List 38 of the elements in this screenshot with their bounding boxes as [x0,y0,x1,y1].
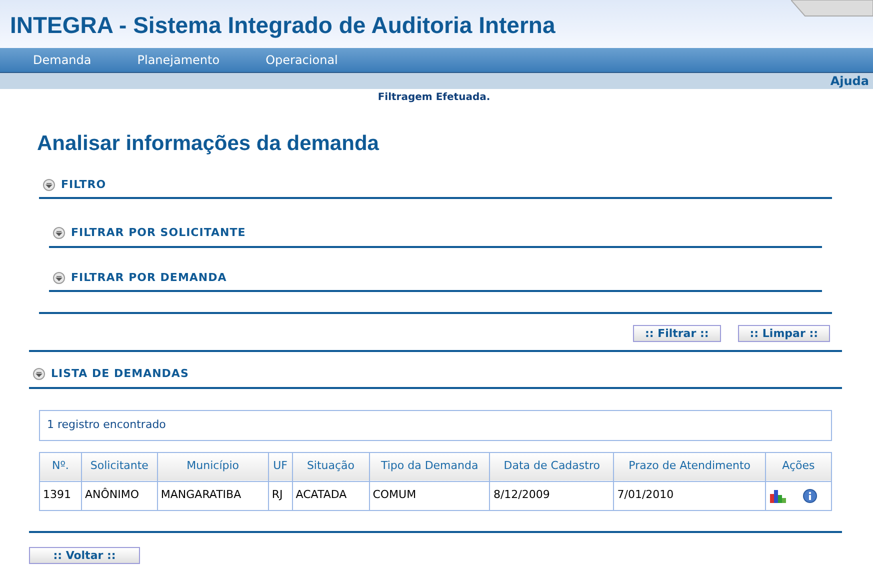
page-title: Analisar informações da demanda [37,132,379,155]
column-header: Ações [765,452,832,481]
section-title: FILTRAR POR SOLICITANTE [71,225,246,241]
record-count: 1 registro encontrado [47,416,166,433]
column-header: Solicitante [81,452,158,481]
collapse-icon[interactable] [53,227,65,240]
info-icon[interactable] [803,488,817,502]
menu-item[interactable]: Planejamento [137,51,220,69]
collapse-icon[interactable] [43,178,55,191]
collapse-icon[interactable] [33,368,45,380]
table-cell: 8/12/2009 [490,481,614,510]
column-header: Nº. [40,452,82,481]
table-cell: RJ [268,481,292,510]
table-cell: 1391 [40,481,82,510]
table-cell: ANÔNIMO [81,481,158,510]
table-cell: 7/01/2010 [614,481,766,510]
collapse-icon[interactable] [53,272,65,284]
filter-action-button[interactable]: :: Limpar :: [738,325,830,342]
bar-chart-icon[interactable] [768,488,786,502]
column-header: Município [157,452,268,481]
section-title: FILTRO [61,176,106,192]
section-title: LISTA DE DEMANDAS [51,366,189,382]
table-cell: MANGARATIBA [157,481,268,510]
menu-item[interactable]: Demanda [33,51,92,69]
status-message: Filtragem Efetuada. [378,91,490,105]
table-cell: ACATADA [292,481,370,510]
column-header: Tipo da Demanda [369,452,490,481]
back-button[interactable]: :: Voltar :: [29,546,140,564]
column-header: Data de Cadastro [490,452,614,481]
column-header: UF [268,452,292,481]
table-cell: COMUM [369,481,490,510]
app-title: INTEGRA - Sistema Integrado de Auditoria Interna [10,10,556,40]
column-header: Prazo de Atendimento [614,452,766,481]
column-header: Situação [292,452,370,481]
help-link[interactable]: Ajuda [830,72,869,90]
filter-action-button[interactable]: :: Filtrar :: [632,325,721,342]
section-title: FILTRAR POR DEMANDA [71,270,227,286]
menu-item[interactable]: Operacional [266,51,338,69]
